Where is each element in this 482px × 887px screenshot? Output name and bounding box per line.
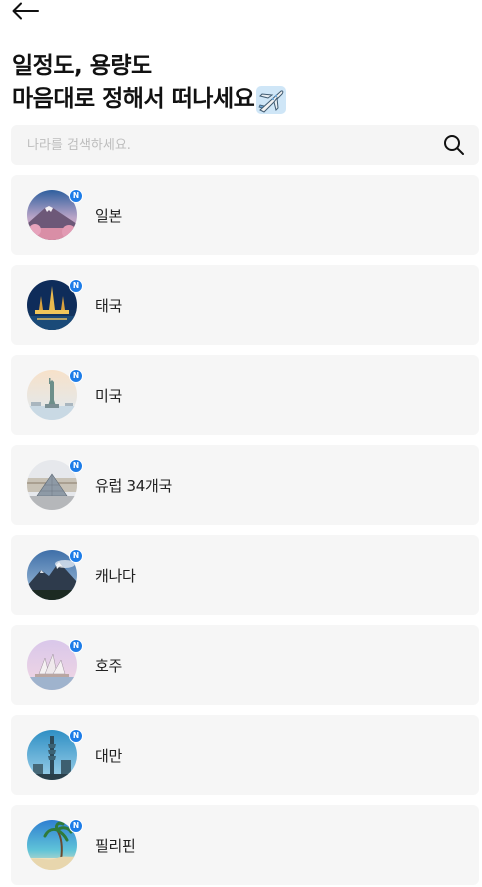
country-thumbnail: N bbox=[27, 549, 83, 600]
new-badge: N bbox=[69, 459, 83, 473]
country-thumbnail: N bbox=[27, 189, 83, 240]
page-title: 일정도, 용량도 마음대로 정해서 떠나세요 bbox=[12, 50, 472, 116]
country-thumbnail: N bbox=[27, 729, 83, 780]
country-name: 호주 bbox=[95, 656, 123, 675]
country-thumbnail: N bbox=[27, 819, 83, 870]
page-title-line-2-text: 마음대로 정해서 떠나세요 bbox=[12, 86, 255, 112]
search-icon[interactable] bbox=[443, 134, 465, 156]
country-thumbnail: N bbox=[27, 639, 83, 690]
country-name: 유럽 34개국 bbox=[95, 476, 172, 495]
new-badge: N bbox=[69, 819, 83, 833]
new-badge: N bbox=[69, 369, 83, 383]
country-name: 캐나다 bbox=[95, 566, 136, 585]
country-name: 미국 bbox=[95, 386, 123, 405]
page-title-line-2: 마음대로 정해서 떠나세요 bbox=[12, 83, 472, 116]
list-item[interactable]: N 유럽 34개국 bbox=[11, 445, 479, 525]
list-item[interactable]: N 대만 bbox=[11, 715, 479, 795]
new-badge: N bbox=[69, 729, 83, 743]
country-name: 대만 bbox=[95, 746, 123, 765]
country-name: 일본 bbox=[95, 206, 123, 225]
list-item[interactable]: N 일본 bbox=[11, 175, 479, 255]
arrow-left-icon bbox=[12, 2, 39, 20]
country-thumbnail: N bbox=[27, 279, 83, 330]
list-item[interactable]: N 호주 bbox=[11, 625, 479, 705]
new-badge: N bbox=[69, 549, 83, 563]
list-item[interactable]: N 캐나다 bbox=[11, 535, 479, 615]
search-input[interactable] bbox=[27, 137, 443, 153]
new-badge: N bbox=[69, 639, 83, 653]
list-item[interactable]: N 필리핀 bbox=[11, 805, 479, 885]
country-name: 필리핀 bbox=[95, 836, 136, 855]
list-item[interactable]: N 태국 bbox=[11, 265, 479, 345]
back-button[interactable] bbox=[8, 0, 42, 22]
list-item[interactable]: N 미국 bbox=[11, 355, 479, 435]
new-badge: N bbox=[69, 189, 83, 203]
country-thumbnail: N bbox=[27, 369, 83, 420]
country-name: 태국 bbox=[95, 296, 123, 315]
country-list: N 일본 N 태국 N 미국 N 유럽 34개국 N 캐나다 N 호주 N 대만… bbox=[11, 175, 479, 887]
airplane-icon bbox=[256, 85, 287, 114]
search-bar[interactable] bbox=[11, 125, 479, 165]
country-thumbnail: N bbox=[27, 459, 83, 510]
page-title-line-1: 일정도, 용량도 bbox=[12, 53, 152, 79]
new-badge: N bbox=[69, 279, 83, 293]
